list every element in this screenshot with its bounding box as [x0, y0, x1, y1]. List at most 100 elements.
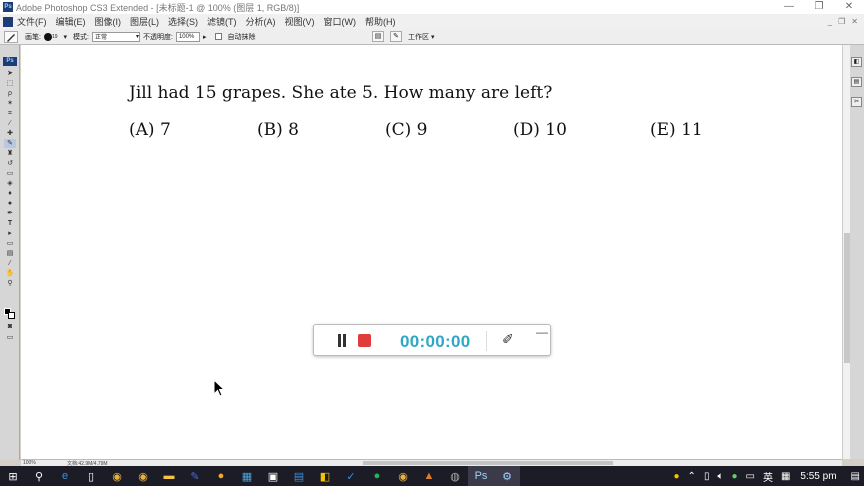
doc-minimize-button[interactable]: _ [828, 17, 832, 26]
eraser-tool-icon[interactable]: ▭ [4, 169, 16, 178]
menu-analysis[interactable]: 分析(A) [246, 15, 276, 28]
check-app-icon[interactable]: ✓ [338, 466, 364, 486]
healing-tool-icon[interactable]: ✚ [4, 129, 16, 138]
app-icon[interactable]: ▣ [260, 466, 286, 486]
annotate-pen-icon[interactable]: ✐ [502, 331, 514, 348]
pen-tool-icon[interactable]: ✒ [4, 209, 16, 218]
opacity-slider-arrow-icon[interactable]: ▸ [203, 33, 207, 41]
notes-tool-icon[interactable]: ▤ [4, 249, 16, 258]
app-icon[interactable]: ◍ [442, 466, 468, 486]
menu-edit[interactable]: 编辑(E) [56, 15, 86, 28]
zoom-tool-icon[interactable]: ⚲ [4, 279, 16, 288]
stop-button[interactable] [358, 334, 371, 347]
chrome-icon[interactable]: ◉ [390, 466, 416, 486]
dodge-tool-icon[interactable]: ● [4, 199, 16, 208]
chevron-up-icon[interactable]: ⌃ [688, 471, 696, 482]
menu-help[interactable]: 帮助(H) [365, 15, 396, 28]
music-icon[interactable]: ● [364, 466, 390, 486]
horizontal-scrollbar-thumb[interactable] [363, 461, 613, 465]
doc-close-button[interactable]: ✕ [851, 17, 858, 26]
chevron-down-icon[interactable]: ▾ [64, 33, 68, 41]
network-icon[interactable]: ▭ [746, 471, 755, 482]
search-icon[interactable]: ⚲ [26, 466, 52, 486]
brush-palette-icon[interactable]: ▤ [372, 31, 384, 42]
window-title: Adobe Photoshop CS3 Extended - [未标题-1 @ … [16, 2, 300, 13]
brush-tool-icon[interactable]: ✎ [4, 139, 16, 148]
document-canvas[interactable]: Jill had 15 grapes. She ate 5. How many … [21, 45, 842, 459]
minimize-button[interactable]: — [774, 0, 804, 14]
panel-dock: ◧ ▤ ✂ [850, 45, 864, 459]
app-menu-icon[interactable] [3, 16, 13, 27]
chrome-icon[interactable]: ◉ [104, 466, 130, 486]
photoshop-badge-icon[interactable]: Ps [3, 57, 17, 66]
windows-start-icon[interactable]: ⊞ [0, 466, 26, 486]
blur-tool-icon[interactable]: ♦ [4, 189, 16, 198]
folder-icon[interactable]: ▬ [156, 466, 182, 486]
airbrush-icon[interactable]: ✎ [390, 31, 402, 42]
menu-window[interactable]: 窗口(W) [324, 15, 357, 28]
vertical-scrollbar[interactable] [842, 45, 850, 459]
move-tool-icon[interactable]: ➤ [4, 69, 16, 78]
system-tray: ● ⌃ ▯ 🔈︎ ● ▭ 英 ▦ 5:55 pm ▤ [670, 466, 864, 486]
chrome-icon[interactable]: ◉ [130, 466, 156, 486]
restore-button[interactable]: ❐ [804, 0, 834, 14]
brush-icon [7, 33, 15, 42]
menu-image[interactable]: 图像(I) [95, 15, 122, 28]
weather-icon[interactable]: ● [674, 471, 680, 482]
pause-button[interactable] [336, 334, 348, 347]
volume-icon[interactable]: 🔈︎ [717, 471, 723, 482]
clone-stamp-tool-icon[interactable]: ♜ [4, 149, 16, 158]
auto-erase-checkbox[interactable] [215, 33, 223, 40]
hand-tool-icon[interactable]: ✋ [4, 269, 16, 278]
photoshop-icon[interactable]: Ps [468, 466, 494, 486]
menu-file[interactable]: 文件(F) [17, 15, 47, 28]
recording-timer: 00:00:00 [400, 332, 471, 351]
edge-icon[interactable]: e [52, 466, 78, 486]
magic-wand-tool-icon[interactable]: ✶ [4, 99, 16, 108]
notification-icon[interactable]: ▤ [851, 471, 860, 482]
app-icon[interactable]: ◧ [312, 466, 338, 486]
chevron-down-icon: ▾ [135, 34, 139, 40]
app-tray-icon[interactable]: ● [731, 471, 737, 482]
chat-icon[interactable]: ● [208, 466, 234, 486]
doc-restore-button[interactable]: ❐ [838, 17, 845, 26]
tool-preset-picker[interactable] [4, 30, 18, 43]
slice-tool-icon[interactable]: ∕ [4, 119, 16, 128]
shape-tool-icon[interactable]: ▭ [4, 239, 16, 248]
history-panel-icon[interactable]: ▤ [851, 77, 862, 87]
choice-b: (B) 8 [257, 120, 299, 140]
file-icon[interactable]: ▯ [78, 466, 104, 486]
menu-view[interactable]: 视图(V) [285, 15, 315, 28]
brush-preview[interactable] [43, 32, 52, 41]
actions-panel-icon[interactable]: ✂ [851, 97, 862, 107]
usb-icon[interactable]: ▯ [704, 471, 710, 482]
app-icon[interactable]: ▲ [416, 466, 442, 486]
minimize-recorder-button[interactable]: — [536, 325, 548, 339]
lasso-tool-icon[interactable]: ρ [4, 89, 16, 98]
workspace-menu[interactable]: 工作区 ▾ [408, 32, 434, 42]
pen-app-icon[interactable]: ✎ [182, 466, 208, 486]
menu-layer[interactable]: 图层(L) [130, 15, 159, 28]
quick-mask-icon[interactable]: ◙ [4, 322, 16, 331]
eyedropper-tool-icon[interactable]: ⁄ [4, 259, 16, 268]
menu-filter[interactable]: 滤镜(T) [207, 15, 237, 28]
keyboard-icon[interactable]: ▦ [781, 471, 790, 482]
mode-select[interactable]: 正常 ▾ [91, 31, 140, 42]
path-selection-tool-icon[interactable]: ▸ [4, 229, 16, 238]
crop-tool-icon[interactable]: ⌗ [4, 109, 16, 118]
marquee-tool-icon[interactable]: ⬚ [4, 79, 16, 88]
screen-mode-icon[interactable]: ▭ [4, 333, 16, 342]
calculator-icon[interactable]: ▦ [234, 466, 260, 486]
recorder-app-icon[interactable]: ⚙ [494, 466, 520, 486]
ime-indicator[interactable]: 英 [763, 469, 773, 484]
close-button[interactable]: ✕ [834, 0, 864, 14]
paint-bucket-tool-icon[interactable]: ◈ [4, 179, 16, 188]
type-tool-icon[interactable]: T [4, 219, 16, 228]
background-color-swatch[interactable] [8, 312, 15, 319]
navigator-panel-icon[interactable]: ◧ [851, 57, 862, 67]
clock[interactable]: 5:55 pm [800, 471, 836, 482]
explorer-icon[interactable]: ▤ [286, 466, 312, 486]
opacity-input[interactable]: 100% [175, 31, 200, 42]
history-brush-tool-icon[interactable]: ↺ [4, 159, 16, 168]
menu-select[interactable]: 选择(S) [168, 15, 198, 28]
